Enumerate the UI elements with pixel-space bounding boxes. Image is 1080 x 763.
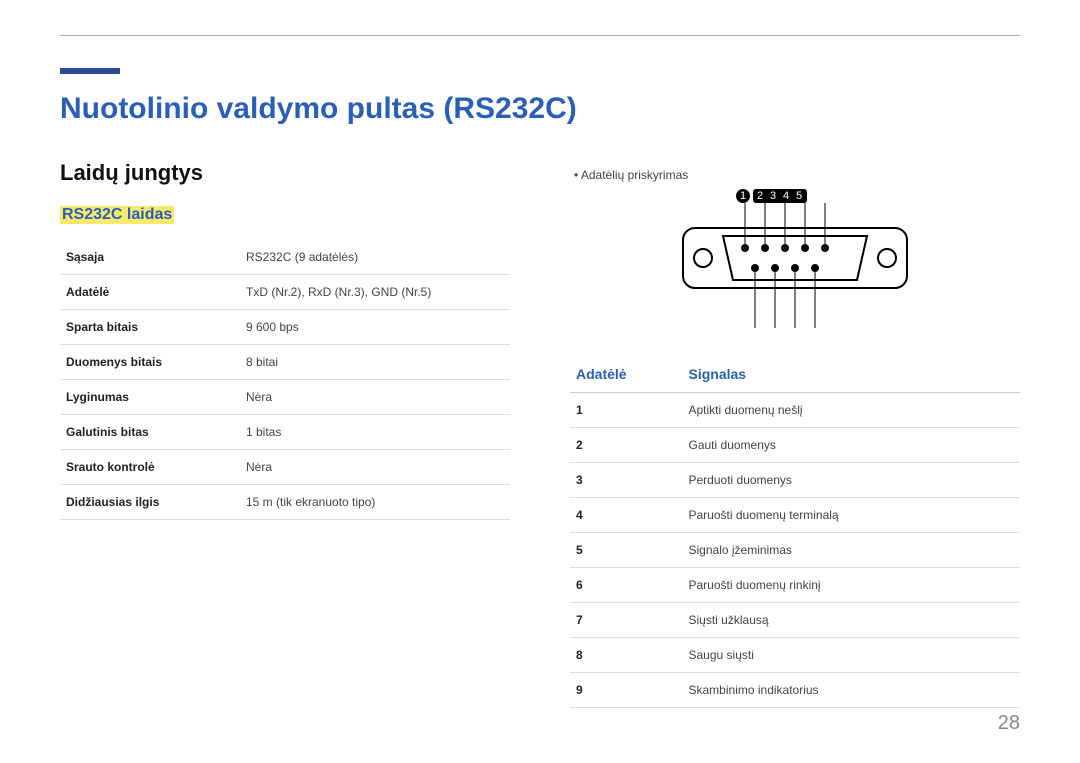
table-row: Sparta bitais9 600 bps: [60, 310, 510, 345]
table-row: 4Paruošti duomenų terminalą: [570, 498, 1020, 533]
spec-label: Sąsaja: [60, 240, 240, 275]
table-row: 3Perduoti duomenys: [570, 463, 1020, 498]
pin-sig: Aptikti duomenų nešlį: [683, 393, 1021, 428]
signal-col-header: Signalas: [683, 356, 1021, 393]
spec-value: Nėra: [240, 450, 510, 485]
pin-sig: Saugu siųsti: [683, 638, 1021, 673]
table-row: AdatėlėTxD (Nr.2), RxD (Nr.3), GND (Nr.5…: [60, 275, 510, 310]
pin-num: 4: [570, 498, 683, 533]
table-row: LyginumasNėra: [60, 380, 510, 415]
svg-text:5: 5: [796, 190, 802, 202]
pin-sig: Paruošti duomenų terminalą: [683, 498, 1021, 533]
table-row: 5Signalo įžeminimas: [570, 533, 1020, 568]
svg-text:2: 2: [757, 190, 763, 202]
spec-label: Didžiausias ilgis: [60, 485, 240, 520]
table-row: 7Siųsti užklausą: [570, 603, 1020, 638]
spec-value: 8 bitai: [240, 345, 510, 380]
spec-label: Duomenys bitais: [60, 345, 240, 380]
svg-text:3: 3: [770, 190, 776, 202]
spec-value: 1 bitas: [240, 415, 510, 450]
table-row: 2Gauti duomenys: [570, 428, 1020, 463]
table-row: Srauto kontrolėNėra: [60, 450, 510, 485]
pin-sig: Gauti duomenys: [683, 428, 1021, 463]
spec-label: Galutinis bitas: [60, 415, 240, 450]
spec-label: Lyginumas: [60, 380, 240, 415]
spec-label: Srauto kontrolė: [60, 450, 240, 485]
pin-sig: Skambinimo indikatorius: [683, 673, 1021, 708]
spec-label: Adatėlė: [60, 275, 240, 310]
pin-assignment-label: Adatėlių priskyrimas: [574, 168, 1020, 182]
section-heading: Laidų jungtys: [60, 160, 510, 186]
pin-num: 8: [570, 638, 683, 673]
spec-value: Nėra: [240, 380, 510, 415]
top-rule: [60, 35, 1020, 36]
table-row: Didžiausias ilgis15 m (tik ekranuoto tip…: [60, 485, 510, 520]
spec-label: Sparta bitais: [60, 310, 240, 345]
pin-sig: Paruošti duomenų rinkinį: [683, 568, 1021, 603]
top-accent-bar: [60, 68, 120, 74]
spec-table: SąsajaRS232C (9 adatėlės) AdatėlėTxD (Nr…: [60, 240, 510, 520]
table-row: Duomenys bitais8 bitai: [60, 345, 510, 380]
spec-value: TxD (Nr.2), RxD (Nr.3), GND (Nr.5): [240, 275, 510, 310]
page-number: 28: [998, 712, 1020, 735]
pin-num: 3: [570, 463, 683, 498]
pin-sig: Perduoti duomenys: [683, 463, 1021, 498]
table-row: 9Skambinimo indikatorius: [570, 673, 1020, 708]
subsection-heading: RS232C laidas: [60, 206, 174, 224]
pin-num: 5: [570, 533, 683, 568]
spec-value: 9 600 bps: [240, 310, 510, 345]
table-row: Galutinis bitas1 bitas: [60, 415, 510, 450]
spec-value: 15 m (tik ekranuoto tipo): [240, 485, 510, 520]
pin-col-header: Adatėlė: [570, 356, 683, 393]
svg-text:4: 4: [783, 190, 789, 202]
table-row: 8Saugu siųsti: [570, 638, 1020, 673]
page-title: Nuotolinio valdymo pultas (RS232C): [60, 92, 577, 126]
pin-table: Adatėlė Signalas 1Aptikti duomenų nešlį …: [570, 356, 1020, 708]
table-row: 1Aptikti duomenų nešlį: [570, 393, 1020, 428]
left-column: Laidų jungtys RS232C laidas SąsajaRS232C…: [60, 160, 510, 708]
pin-num: 9: [570, 673, 683, 708]
pin-num: 2: [570, 428, 683, 463]
pin-num: 1: [570, 393, 683, 428]
pin-sig: Siųsti užklausą: [683, 603, 1021, 638]
spec-value: RS232C (9 adatėlės): [240, 240, 510, 275]
table-row: SąsajaRS232C (9 adatėlės): [60, 240, 510, 275]
pin-num: 6: [570, 568, 683, 603]
right-column: Adatėlių priskyrimas 1 2 3 4 5: [570, 160, 1020, 708]
pin-num: 7: [570, 603, 683, 638]
table-row: 6Paruošti duomenų rinkinį: [570, 568, 1020, 603]
svg-text:1: 1: [740, 190, 746, 202]
pin-sig: Signalo įžeminimas: [683, 533, 1021, 568]
db9-connector-diagram: 1 2 3 4 5: [665, 188, 925, 338]
content-columns: Laidų jungtys RS232C laidas SąsajaRS232C…: [60, 160, 1020, 708]
